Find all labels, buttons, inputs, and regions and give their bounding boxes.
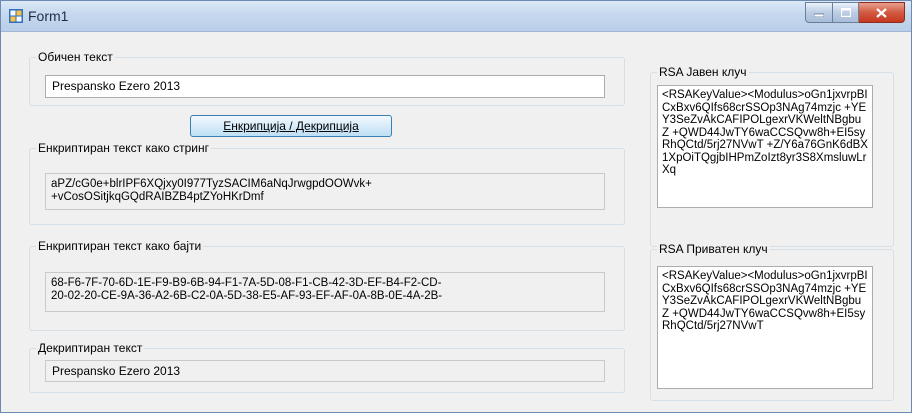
encrypted-string-label: Енкриптиран текст како стринг [36, 141, 211, 155]
plain-text-label: Обичен текст [36, 50, 115, 64]
maximize-button[interactable] [833, 2, 859, 23]
encrypted-bytes-label: Енкриптиран текст како бајти [36, 239, 204, 253]
plain-text-group: Обичен текст Prespansko Ezero 2013 [29, 50, 625, 106]
public-key-label: RSA Јавен клуч [657, 65, 749, 79]
private-key-textbox[interactable]: <RSAKeyValue><Modulus>oGn1jxvrpBICxBxv6Q… [657, 266, 873, 389]
title-bar[interactable]: Form1 [1, 1, 911, 32]
decrypted-textbox[interactable]: Prespansko Ezero 2013 [45, 360, 605, 382]
encrypted-bytes-textbox[interactable]: 68-F6-7F-70-6D-1E-F9-B9-6B-94-F1-7A-5D-0… [45, 272, 605, 312]
form1-window: Form1 Обичен текст Prespansko Ezero 2013… [0, 0, 912, 413]
minimize-button[interactable] [805, 2, 833, 23]
form-icon [9, 9, 23, 23]
form-client-area: Обичен текст Prespansko Ezero 2013 Енкри… [9, 32, 902, 404]
encrypted-string-textbox[interactable]: aPZ/cG0e+blrIPF6XQjxy0I977TyzSACIM6aNqJr… [45, 173, 605, 210]
encrypted-bytes-line: 68-F6-7F-70-6D-1E-F9-B9-6B-94-F1-7A-5D-0… [51, 277, 442, 289]
close-icon [876, 7, 887, 18]
maximize-icon [840, 8, 851, 17]
minimize-icon [814, 13, 824, 17]
window-title: Form1 [28, 8, 69, 24]
encrypted-bytes-line: 20-02-20-CE-9A-36-A2-6B-C2-0A-5D-38-E5-A… [51, 290, 443, 302]
close-button[interactable] [859, 2, 905, 23]
encrypted-string-group: Енкриптиран текст како стринг aPZ/cG0e+b… [29, 141, 625, 225]
caption-buttons [805, 2, 905, 23]
private-key-label: RSA Приватен клуч [657, 242, 770, 256]
public-key-textbox[interactable]: <RSAKeyValue><Modulus>oGn1jxvrpBICxBxv6Q… [657, 85, 873, 208]
encrypted-string-line: aPZ/cG0e+blrIPF6XQjxy0I977TyzSACIM6aNqJr… [51, 178, 372, 190]
public-key-group: RSA Јавен клуч <RSAKeyValue><Modulus>oGn… [650, 65, 894, 247]
encrypted-bytes-group: Енкриптиран текст како бајти 68-F6-7F-70… [29, 239, 625, 331]
encrypt-decrypt-button[interactable]: Енкрипциjа / Декрипциjа [190, 115, 392, 137]
plain-text-input[interactable]: Prespansko Ezero 2013 [45, 75, 605, 98]
encrypt-decrypt-label: Енкрипциjа / Декрипциjа [223, 119, 359, 133]
encrypted-string-line: +vCosOSitjkqGQdRAIBZB4ptZYoHKrDmf [51, 191, 264, 203]
private-key-group: RSA Приватен клуч <RSAKeyValue><Modulus>… [650, 242, 894, 401]
decrypted-label: Декриптиран текст [36, 341, 145, 355]
decrypted-group: Декриптиран текст Prespansko Ezero 2013 [29, 341, 625, 393]
